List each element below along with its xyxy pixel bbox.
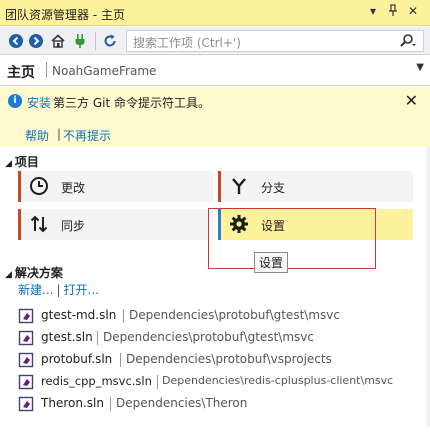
help-link[interactable]: 帮助 bbox=[25, 127, 49, 144]
home-icon[interactable] bbox=[50, 33, 66, 49]
refresh-icon[interactable] bbox=[102, 33, 118, 49]
solution-file-icon bbox=[18, 352, 34, 368]
search-icon[interactable] bbox=[399, 33, 417, 52]
project-section-title: 项目 bbox=[14, 155, 39, 169]
tile-sync-label: 同步 bbox=[61, 219, 86, 233]
divider bbox=[157, 375, 158, 389]
solution-file-icon bbox=[18, 374, 34, 390]
search-input[interactable]: 搜索工作项 (Ctrl+') bbox=[126, 30, 424, 52]
solution-item[interactable]: gtest-md.sln Dependencies\protobuf\gtest… bbox=[18, 306, 418, 326]
info-icon: i bbox=[8, 94, 22, 108]
link-separator: | bbox=[56, 283, 61, 297]
search-placeholder: 搜索工作项 (Ctrl+') bbox=[133, 36, 241, 50]
solution-name: Theron.sln bbox=[41, 396, 104, 410]
new-solution-link[interactable]: 新建... bbox=[18, 283, 53, 297]
toolbar: 搜索工作项 (Ctrl+') bbox=[0, 27, 430, 55]
solution-path: Dependencies\redis-cplusplus-client\msvc bbox=[162, 374, 394, 387]
tooltip: 设置 bbox=[254, 252, 289, 273]
project-section-header[interactable]: ◢ 项目 bbox=[5, 153, 39, 170]
highlight-box bbox=[208, 208, 376, 269]
connect-icon[interactable] bbox=[72, 33, 88, 49]
solution-actions: 新建... | 打开... bbox=[18, 281, 99, 298]
solution-name: gtest-md.sln bbox=[41, 308, 117, 322]
solution-name: protobuf.sln bbox=[41, 352, 113, 366]
solutions-section-header[interactable]: ◢ 解决方案 bbox=[5, 264, 63, 281]
branch-icon bbox=[229, 176, 249, 196]
divider bbox=[123, 309, 124, 323]
pin-icon[interactable] bbox=[386, 4, 400, 19]
install-link[interactable]: 安装 bbox=[27, 94, 51, 111]
tile-branches[interactable]: 分支 bbox=[218, 171, 413, 202]
collapse-icon[interactable]: ◢ bbox=[5, 159, 12, 169]
dismiss-link[interactable]: 不再提示 bbox=[63, 127, 111, 144]
tile-changes[interactable]: 更改 bbox=[18, 171, 213, 202]
breadcrumb[interactable]: 主页 NoahGameFrame ▼ bbox=[0, 56, 430, 86]
tile-branches-label: 分支 bbox=[261, 181, 286, 195]
dropdown-menu-icon[interactable]: ▾ bbox=[366, 4, 380, 18]
breadcrumb-divider bbox=[46, 62, 47, 78]
solution-file-icon bbox=[18, 308, 34, 324]
divider bbox=[97, 331, 98, 345]
solution-item[interactable]: gtest.sln Dependencies\protobuf\gtest\ms… bbox=[18, 328, 418, 348]
solution-file-icon bbox=[18, 330, 34, 346]
link-separator: | bbox=[57, 127, 62, 141]
solution-item[interactable]: redis_cpp_msvc.sln Dependencies\redis-cp… bbox=[18, 372, 430, 392]
solution-item[interactable]: protobuf.sln Dependencies\protobuf\vspro… bbox=[18, 350, 418, 370]
title-bar: 团队资源管理器 - 主页 ▾ ✕ bbox=[0, 0, 430, 26]
forward-icon[interactable] bbox=[28, 33, 44, 49]
close-icon[interactable]: ✕ bbox=[405, 91, 418, 110]
solution-path: Dependencies\Theron bbox=[116, 396, 248, 410]
info-message: 第三方 Git 命令提示符工具。 bbox=[53, 96, 210, 110]
close-icon[interactable]: ✕ bbox=[406, 4, 420, 18]
toolbar-separator bbox=[95, 32, 96, 50]
scrollbar[interactable] bbox=[426, 147, 430, 427]
sync-icon bbox=[29, 214, 49, 234]
clock-icon bbox=[29, 176, 49, 196]
solution-path: Dependencies\protobuf\gtest\msvc bbox=[103, 330, 314, 344]
tile-sync[interactable]: 同步 bbox=[18, 209, 213, 240]
page-title: 主页 bbox=[7, 65, 35, 81]
open-solution-link[interactable]: 打开... bbox=[64, 283, 99, 297]
back-icon[interactable] bbox=[8, 33, 24, 49]
chevron-down-icon[interactable]: ▼ bbox=[416, 62, 424, 73]
solution-path: Dependencies\protobuf\vsprojects bbox=[126, 352, 332, 366]
divider bbox=[120, 353, 121, 367]
tile-changes-label: 更改 bbox=[61, 181, 86, 195]
divider bbox=[110, 397, 111, 411]
solution-name: gtest.sln bbox=[41, 330, 93, 344]
solution-item[interactable]: Theron.sln Dependencies\Theron bbox=[18, 394, 418, 414]
solution-name: redis_cpp_msvc.sln bbox=[41, 374, 152, 388]
solutions-section-title: 解决方案 bbox=[14, 266, 63, 280]
solution-path: Dependencies\protobuf\gtest\msvc bbox=[129, 308, 340, 322]
window-title: 团队资源管理器 - 主页 bbox=[5, 8, 125, 22]
solution-file-icon bbox=[18, 396, 34, 412]
project-name: NoahGameFrame bbox=[52, 64, 157, 78]
collapse-icon[interactable]: ◢ bbox=[5, 270, 12, 280]
